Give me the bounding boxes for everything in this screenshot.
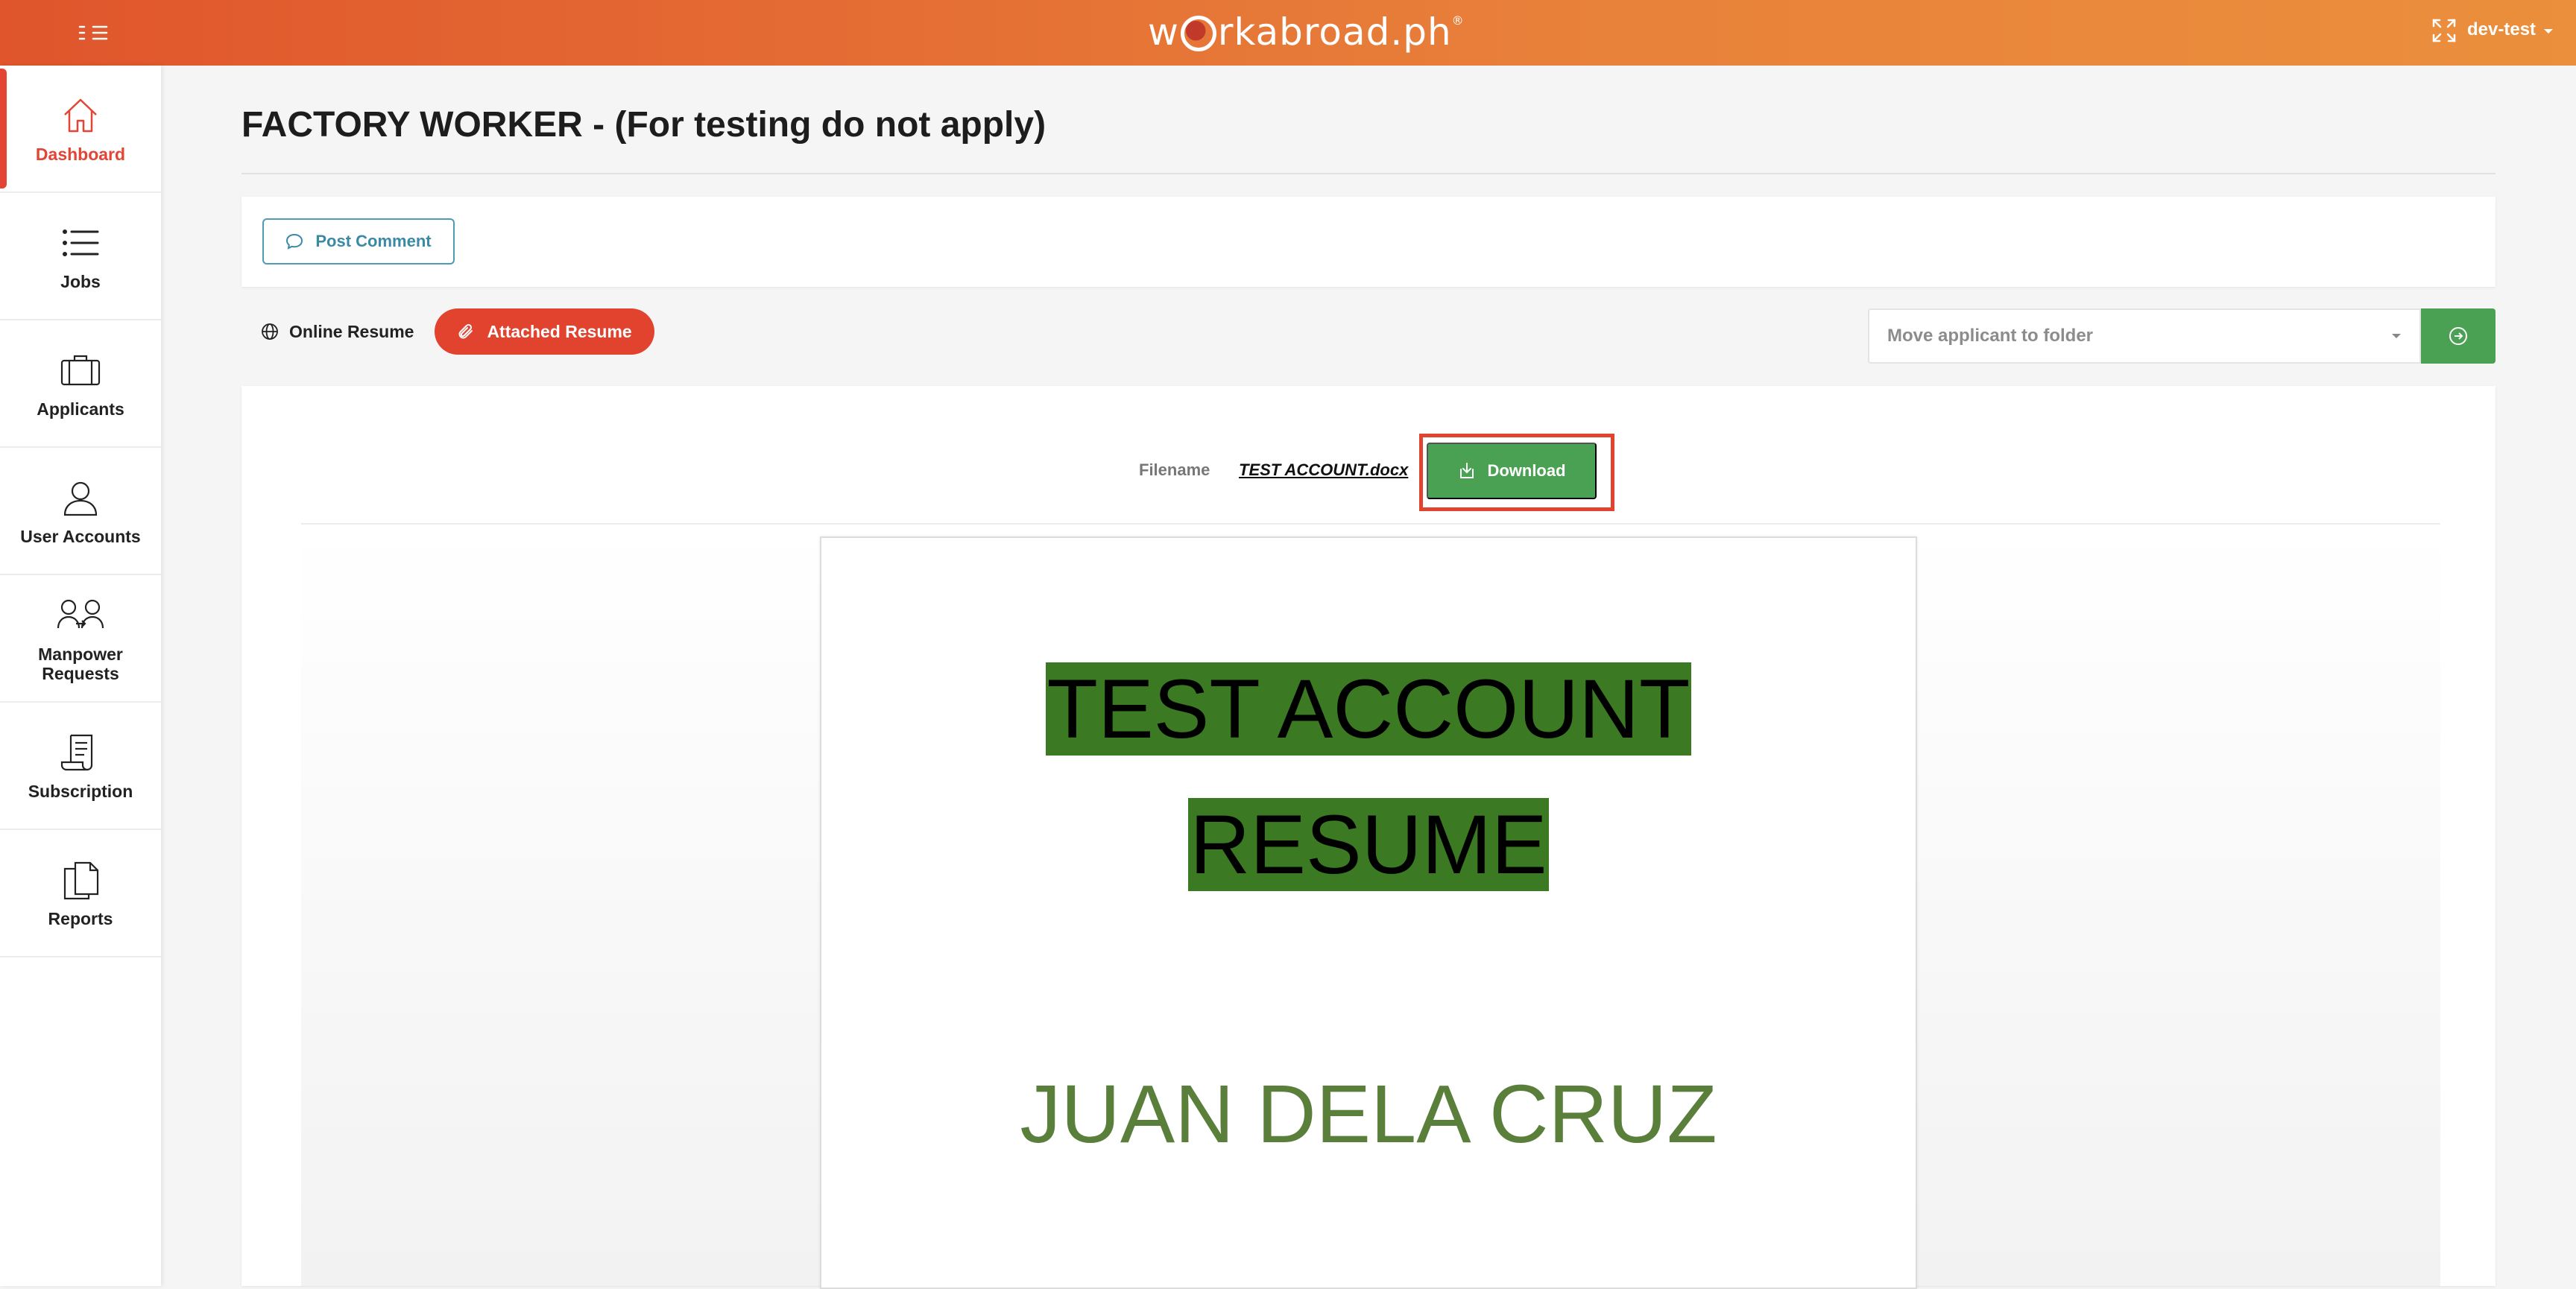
doc-title-line-2: RESUME: [821, 798, 1916, 891]
tab-attached-label: Attached Resume: [487, 321, 632, 341]
page-title: FACTORY WORKER - (For testing do not app…: [242, 105, 1046, 145]
comment-card: Post Comment: [242, 197, 2496, 287]
fullscreen-icon[interactable]: [2431, 18, 2457, 43]
sidebar-item-subscription[interactable]: Subscription: [0, 703, 161, 830]
sidebar-item-label: Applicants: [37, 399, 124, 419]
chevron-down-icon: [2543, 19, 2554, 40]
registered-mark: ®: [1451, 13, 1465, 28]
sidebar-item-label: User Accounts: [20, 526, 141, 546]
sidebar: Dashboard Jobs Applicants User Accounts …: [0, 66, 161, 1286]
sidebar-item-label: Manpower Requests: [38, 644, 123, 683]
download-icon: [1460, 463, 1474, 478]
user-icon: [63, 481, 98, 516]
sidebar-item-applicants[interactable]: Applicants: [0, 320, 161, 448]
doc-applicant-name: JUAN DELA CRUZ: [1020, 1068, 1717, 1160]
logo-text-end: rkabroad.ph: [1217, 10, 1452, 54]
sidebar-item-user-accounts[interactable]: User Accounts: [0, 448, 161, 575]
sidebar-item-manpower-requests[interactable]: Manpower Requests: [0, 575, 161, 703]
user-name: dev-test: [2467, 19, 2536, 39]
caret-down-icon: [2392, 334, 2401, 338]
sidebar-item-label: Reports: [48, 908, 113, 928]
document-viewer[interactable]: TEST ACCOUNT RESUME JUAN DELA CRUZ: [301, 523, 2440, 1289]
users-icon: [57, 599, 104, 628]
title-divider: [242, 173, 2496, 174]
briefcase-icon: [60, 355, 101, 385]
tab-online-resume[interactable]: Online Resume: [261, 322, 414, 342]
workabroad-logo[interactable]: w rkabroad.ph ®: [1148, 7, 1465, 57]
documents-icon: [63, 861, 99, 899]
doc-title-line-1-text: TEST ACCOUNT: [1045, 662, 1692, 756]
folder-select-placeholder: Move applicant to folder: [1887, 326, 2094, 346]
comment-icon: [286, 233, 303, 250]
home-icon: [64, 98, 97, 132]
resume-tabs: Online Resume Attached Resume: [261, 308, 654, 355]
filename-link[interactable]: TEST ACCOUNT.docx: [1239, 460, 1408, 480]
globe-icon: [262, 323, 278, 340]
sidebar-item-label: Jobs: [60, 271, 101, 291]
move-to-folder-select[interactable]: Move applicant to folder: [1868, 308, 2421, 364]
download-button[interactable]: Download: [1427, 443, 1597, 499]
scroll-icon: [60, 734, 93, 770]
sidebar-item-label: Subscription: [28, 781, 133, 801]
list-icon: [63, 229, 99, 256]
doc-title-line-1: TEST ACCOUNT: [821, 662, 1916, 756]
menu-toggle-icon[interactable]: [75, 19, 115, 46]
sidebar-item-label: Dashboard: [35, 144, 126, 164]
sidebar-item-jobs[interactable]: Jobs: [0, 193, 161, 320]
logo-text-start: w: [1148, 10, 1179, 54]
move-folder-submit-button[interactable]: [2421, 308, 2496, 364]
top-bar: w rkabroad.ph ® dev-test: [0, 0, 2576, 66]
doc-title-line-2-text: RESUME: [1188, 798, 1549, 891]
post-comment-button[interactable]: Post Comment: [262, 218, 455, 265]
tab-attached-resume[interactable]: Attached Resume: [435, 308, 654, 355]
user-menu[interactable]: dev-test: [2467, 15, 2554, 45]
tab-online-label: Online Resume: [289, 321, 414, 341]
paperclip-icon: [458, 323, 473, 339]
document-page: TEST ACCOUNT RESUME JUAN DELA CRUZ: [820, 536, 1917, 1289]
attached-resume-card: Filename TEST ACCOUNT.docx Download TEST…: [242, 386, 2496, 1289]
globe-icon: [1180, 16, 1216, 51]
sidebar-item-dashboard[interactable]: Dashboard: [0, 66, 161, 193]
download-label: Download: [1487, 461, 1566, 480]
sidebar-item-reports[interactable]: Reports: [0, 830, 161, 957]
filename-label: Filename: [1139, 460, 1210, 479]
post-comment-label: Post Comment: [315, 232, 432, 250]
arrow-circle-right-icon: [2449, 327, 2467, 345]
